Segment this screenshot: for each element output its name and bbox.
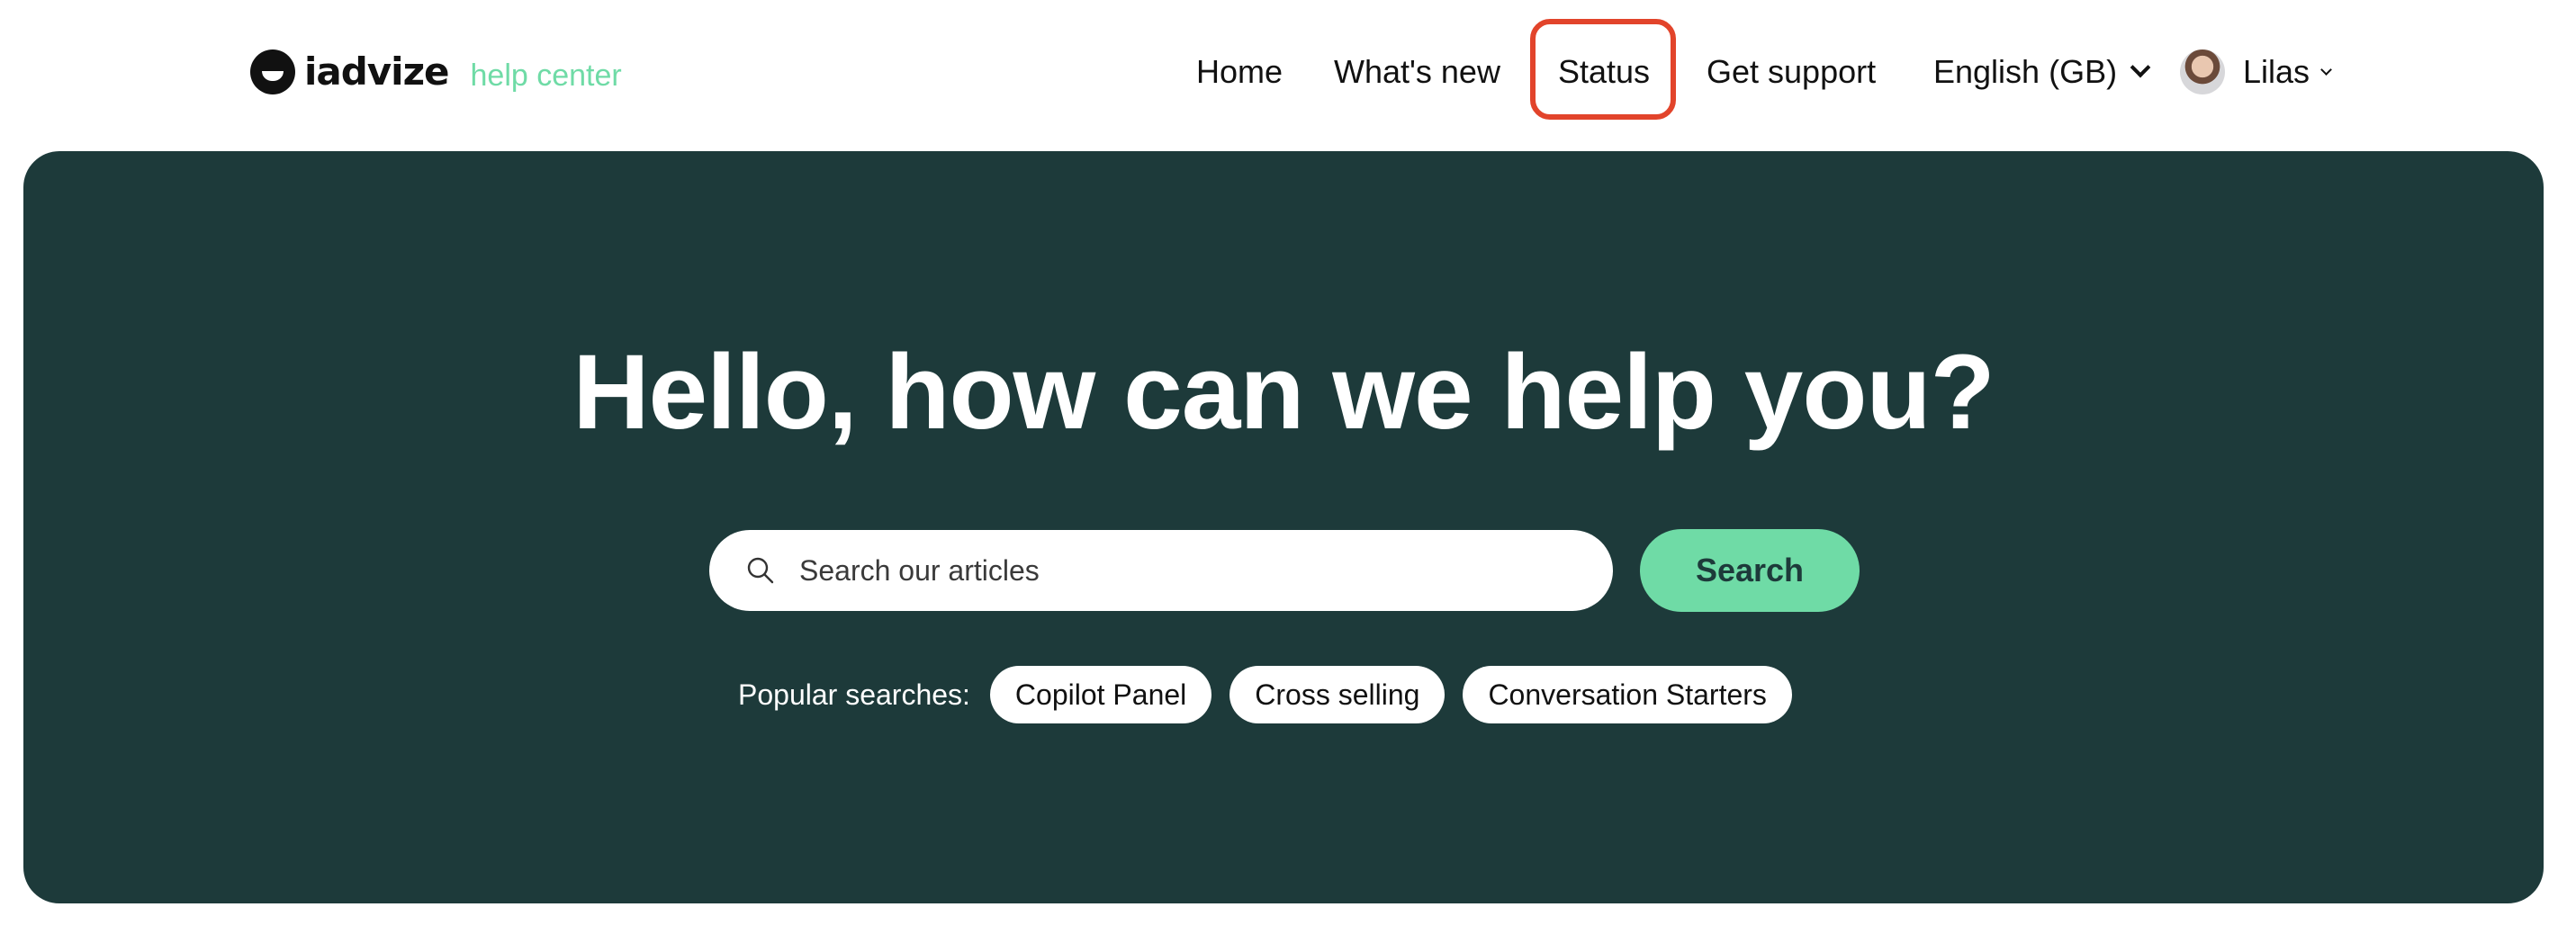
iadvize-logo-icon	[250, 49, 295, 94]
popular-chip-cross-selling[interactable]: Cross selling	[1229, 666, 1446, 723]
nav-whats-new[interactable]: What's new	[1334, 20, 1500, 124]
popular-chip-copilot-panel[interactable]: Copilot Panel	[989, 666, 1212, 723]
site-header: iadvize help center Home What's new Stat…	[0, 0, 2576, 151]
language-label: English (GB)	[1933, 53, 2118, 90]
nav-home[interactable]: Home	[1196, 20, 1283, 124]
popular-searches-label: Popular searches:	[738, 678, 970, 711]
user-menu[interactable]: Lilas	[2180, 20, 2332, 124]
brand-logo-link[interactable]: iadvize help center	[250, 45, 622, 99]
hero-section: Hello, how can we help you? Search Popul…	[23, 151, 2544, 903]
nav-status[interactable]: Status	[1558, 20, 1650, 124]
logo-wordmark: iadvize	[304, 49, 450, 94]
hero-title: Hello, how can we help you?	[572, 333, 1995, 452]
language-selector[interactable]: English (GB)	[1933, 20, 2151, 124]
search-icon	[747, 557, 774, 584]
help-center-label: help center	[470, 58, 622, 93]
nav-get-support[interactable]: Get support	[1707, 20, 1876, 124]
search-button[interactable]: Search	[1640, 529, 1860, 612]
chevron-down-icon	[2130, 57, 2151, 78]
popular-chip-conversation-starters[interactable]: Conversation Starters	[1463, 666, 1792, 723]
search-box[interactable]	[709, 530, 1613, 611]
avatar	[2180, 49, 2225, 94]
chevron-down-icon	[2320, 63, 2332, 76]
search-input[interactable]	[797, 543, 1575, 598]
popular-searches: Popular searches: Copilot Panel Cross se…	[738, 666, 1810, 723]
user-name: Lilas	[2243, 53, 2310, 90]
